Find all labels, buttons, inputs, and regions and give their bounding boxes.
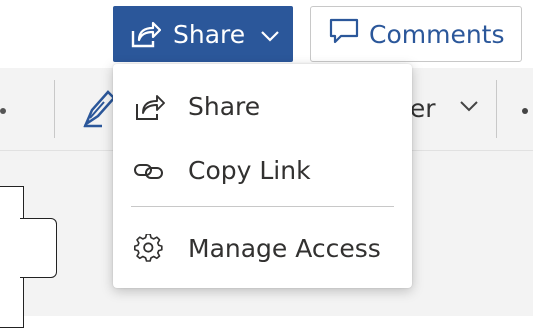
comments-button[interactable]: Comments: [310, 6, 522, 62]
menu-item-manage-access[interactable]: Manage Access: [113, 218, 412, 278]
chevron-down-icon[interactable]: [458, 98, 480, 117]
menu-divider: [131, 206, 394, 207]
ribbon-separator: [496, 80, 497, 138]
link-icon: [133, 156, 165, 186]
share-menu: Share Copy Link Manage Access: [113, 64, 412, 288]
share-icon: [133, 92, 165, 122]
share-icon: [129, 19, 161, 49]
menu-item-label: Manage Access: [188, 233, 381, 263]
ribbon-separator: [54, 80, 55, 138]
share-button-label: Share: [173, 19, 246, 49]
gear-icon: [133, 233, 165, 264]
document-shape: [20, 218, 57, 278]
ribbon-partial-control[interactable]: [0, 108, 6, 114]
chevron-down-icon: [259, 20, 281, 49]
menu-item-label: Copy Link: [188, 155, 311, 185]
comments-button-label: Comments: [369, 19, 505, 49]
more-options-icon[interactable]: [522, 108, 528, 114]
menu-item-label: Share: [188, 91, 261, 121]
menu-item-copy-link[interactable]: Copy Link: [113, 140, 412, 200]
comment-icon: [329, 17, 359, 51]
pen-icon[interactable]: [82, 88, 116, 132]
share-button[interactable]: Share: [113, 6, 293, 62]
menu-item-share[interactable]: Share: [113, 76, 412, 136]
